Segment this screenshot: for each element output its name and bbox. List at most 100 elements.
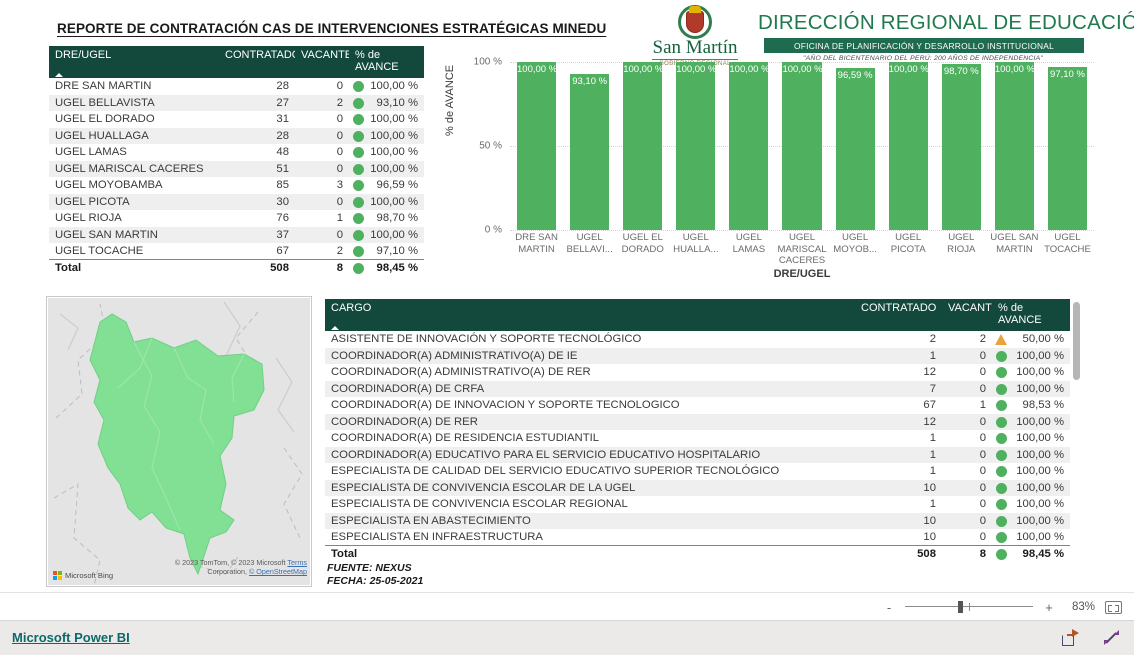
table-row[interactable]: DRE SAN MARTIN 28 0 100,00 % (49, 78, 424, 95)
region-map[interactable]: © 2023 TomTom, © 2023 Microsoft Terms Co… (46, 296, 312, 587)
cell-name: COORDINADOR(A) DE INNOVACION Y SOPORTE T… (331, 399, 680, 412)
cell-vacante: 0 (295, 127, 349, 144)
fullscreen-icon[interactable] (1103, 629, 1120, 646)
chart-bar[interactable]: 100,00 % (676, 62, 716, 230)
chart-bar[interactable]: 100,00 % (729, 62, 770, 230)
zoom-out-button[interactable]: - (883, 601, 895, 614)
chart-bar[interactable]: 96,59 % (835, 67, 875, 230)
report-header: San Martín GOBIERNO REGIONAL DIRECCIÓN R… (620, 5, 1134, 67)
cell-vacante: 0 (336, 80, 343, 93)
cell-avance: 93,10 % (349, 94, 424, 111)
table-total-row: Total 508 8 98,45 % (325, 545, 1070, 562)
cargo-table-body: ASISTENTE DE INNOVACIÓN Y SOPORTE TECNOL… (325, 331, 1070, 562)
table-row[interactable]: ESPECIALISTA DE CALIDAD DEL SERVICIO EDU… (325, 463, 1070, 480)
chart-bar[interactable]: 98,70 % (941, 64, 981, 230)
column-header-vacante[interactable]: VACANTE (942, 299, 999, 331)
zoom-slider[interactable] (905, 601, 1033, 613)
cell-name: ASISTENTE DE INNOVACIÓN Y SOPORTE TECNOL… (331, 333, 642, 346)
table-row[interactable]: COORDINADOR(A) DE INNOVACION Y SOPORTE T… (325, 397, 1070, 414)
cell-contratado: 1 (929, 432, 936, 445)
cell-contratado: 27 (219, 94, 295, 111)
chart-x-axis-labels: DRE SAN MARTIN UGEL BELLAVI... UGEL EL DOR… (510, 232, 1094, 267)
chart-bar[interactable]: 93,10 % (570, 73, 610, 230)
cell-name: UGEL RIOJA (55, 212, 122, 225)
table-row[interactable]: COORDINADOR(A) DE CRFA 7 0 100,00 % (325, 380, 1070, 397)
table-row[interactable]: UGEL RIOJA 76 1 98,70 % (49, 210, 424, 227)
avance-value: 100,00 % (1016, 382, 1064, 395)
table-row[interactable]: UGEL BELLAVISTA 27 2 93,10 % (49, 94, 424, 111)
cell-name: COORDINADOR(A) DE CRFA (325, 380, 855, 397)
cell-name: UGEL MOYOBAMBA (55, 179, 163, 192)
avance-value: 100,00 % (1016, 514, 1064, 527)
zoom-in-button[interactable]: + (1043, 601, 1055, 614)
table-row[interactable]: UGEL HUALLAGA 28 0 100,00 % (49, 127, 424, 144)
cell-name: COORDINADOR(A) ADMINISTRATIVO(A) DE IE (325, 347, 855, 364)
chart-bars: 100,00 % 93,10 % 100,00 % 100,00 % 100,00 % 1… (510, 62, 1094, 230)
cell-avance: 100,00 % (349, 226, 424, 243)
cell-vacante: 0 (942, 512, 992, 529)
table-row[interactable]: COORDINADOR(A) ADMINISTRATIVO(A) DE RER 1… (325, 364, 1070, 381)
powerbi-footer-actions (1062, 629, 1120, 646)
cargo-table[interactable]: CARGO CONTRATADO VACANTE % de AVANCE ASI… (325, 299, 1070, 562)
column-header-vacante[interactable]: VACANTE (295, 46, 352, 78)
microsoft-logo-icon (53, 571, 62, 580)
zoom-slider-thumb[interactable] (958, 601, 963, 613)
table-row[interactable]: COORDINADOR(A) DE RESIDENCIA ESTUDIANTIL… (325, 430, 1070, 447)
share-icon[interactable] (1062, 629, 1079, 646)
cell-avance: 100,00 % (992, 364, 1070, 381)
table-row[interactable]: COORDINADOR(A) DE RER 12 0 100,00 % (325, 413, 1070, 430)
table-row[interactable]: COORDINADOR(A) ADMINISTRATIVO(A) DE IE 1 0… (325, 347, 1070, 364)
column-header-avance[interactable]: % de AVANCE (349, 46, 424, 78)
map-terms-link[interactable]: Terms (287, 558, 307, 567)
chart-bar[interactable]: 100,00 % (782, 62, 823, 230)
table-row[interactable]: UGEL EL DORADO 31 0 100,00 % (49, 111, 424, 128)
cell-vacante: 0 (979, 432, 986, 445)
avance-value: 100,00 % (1016, 498, 1064, 511)
chart-bar[interactable]: 97,10 % (1047, 66, 1088, 230)
avance-bar-chart[interactable]: % de AVANCE 0 % 50 % 100 % 100,00 % 93,10 %… (444, 57, 1096, 280)
chart-x-tick-label: UGEL MOYOB... (833, 232, 877, 255)
chart-bar[interactable]: 100,00 % (623, 62, 663, 230)
cargo-table-scrollbar-thumb[interactable] (1073, 302, 1080, 380)
chart-bar[interactable]: 100,00 % (994, 62, 1035, 230)
cell-avance: 100,00 % (992, 529, 1070, 546)
table-row[interactable]: ESPECIALISTA DE CONVIVENCIA ESCOLAR DE L… (325, 479, 1070, 496)
fit-to-page-icon[interactable] (1105, 600, 1122, 614)
chart-plot-area: 100,00 % 93,10 % 100,00 % 100,00 % 100,00 % 1… (510, 62, 1094, 231)
table-row[interactable]: UGEL MARISCAL CACERES 51 0 100,00 % (49, 160, 424, 177)
cell-name: UGEL TOCACHE (55, 245, 144, 257)
avance-value: 100,00 % (1016, 531, 1064, 543)
table-row[interactable]: UGEL TOCACHE 67 2 97,10 % (49, 243, 424, 260)
column-header-dre-ugel[interactable]: DRE/UGEL (49, 46, 219, 78)
table-row[interactable]: ASISTENTE DE INNOVACIÓN Y SOPORTE TECNOL… (325, 331, 1070, 348)
column-header-contratado[interactable]: CONTRATADO (855, 299, 942, 331)
cell-contratado: 28 (276, 80, 289, 93)
table-row[interactable]: COORDINADOR(A) EDUCATIVO PARA EL SERVICI… (325, 446, 1070, 463)
table-row[interactable]: UGEL LAMAS 48 0 100,00 % (49, 144, 424, 161)
column-header-contratado[interactable]: CONTRATADO (219, 46, 300, 78)
chart-bar-label: 98,70 % (943, 66, 979, 78)
table-row[interactable]: UGEL PICOTA 30 0 100,00 % (49, 193, 424, 210)
map-vector (53, 301, 303, 585)
chart-x-tick-label: UGEL PICOTA (890, 232, 926, 255)
column-header-cargo[interactable]: CARGO (325, 299, 855, 331)
ugel-table[interactable]: DRE/UGEL CONTRATADO VACANTE % de AVANCE … (49, 46, 424, 276)
table-row[interactable]: UGEL MOYOBAMBA 85 3 96,59 % (49, 177, 424, 194)
table-row[interactable]: ESPECIALISTA EN ABASTECIMIENTO 10 0 100,00 … (325, 512, 1070, 529)
table-row[interactable]: ESPECIALISTA EN INFRAESTRUCTURA 10 0 100,00… (325, 529, 1070, 546)
map-credit-line1: © 2023 TomTom, © 2023 Microsoft (174, 558, 286, 567)
cell-avance: 98,45 % (992, 545, 1070, 562)
cell-avance: 98,53 % (992, 397, 1070, 414)
table-row[interactable]: UGEL SAN MARTIN 37 0 100,00 % (49, 226, 424, 243)
column-header-avance[interactable]: % de AVANCE (992, 299, 1070, 331)
table-row[interactable]: ESPECIALISTA DE CONVIVENCIA ESCOLAR REGI… (325, 496, 1070, 513)
chart-bar[interactable]: 100,00 % (888, 62, 929, 230)
map-openstreetmap-link[interactable]: © OpenStreetMap (249, 567, 307, 576)
powerbi-link[interactable]: Microsoft Power BI (12, 630, 130, 645)
cell-avance: 100,00 % (992, 413, 1070, 430)
status-ok-icon (353, 114, 364, 125)
chart-x-tick-label: UGEL TOCACHE (1044, 232, 1091, 255)
cell-name: COORDINADOR(A) EDUCATIVO PARA EL SERVICI… (325, 446, 855, 463)
map-canvas[interactable] (48, 298, 310, 585)
chart-bar[interactable]: 100,00 % (517, 62, 557, 230)
